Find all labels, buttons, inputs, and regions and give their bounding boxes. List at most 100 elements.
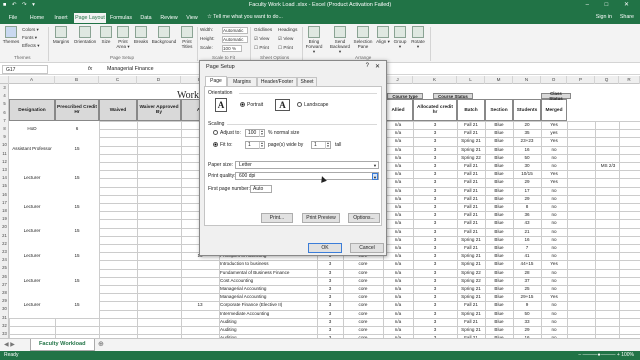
allocated-cell[interactable]: 3 (414, 269, 456, 277)
prescribed-credit-cell[interactable]: 6 (55, 121, 99, 138)
batch-cell[interactable]: Fall 21 (458, 244, 484, 252)
row-header[interactable]: 22 (0, 240, 9, 248)
allocated-cell[interactable]: 3 (414, 195, 456, 203)
row-header[interactable]: 14 (0, 174, 9, 182)
students-cell[interactable]: 29 (514, 195, 540, 203)
row-header[interactable]: 20 (0, 223, 9, 231)
course-name-cell[interactable]: Auditing (220, 326, 316, 334)
ok-button[interactable]: OK (308, 243, 342, 253)
row-header[interactable]: 25 (0, 264, 9, 272)
designation-cell[interactable]: HoD (9, 121, 55, 138)
designation-cell[interactable]: Lecturer (9, 244, 55, 269)
allocated-cell[interactable]: 3 (414, 228, 456, 236)
students-cell[interactable]: 29+15 (514, 293, 540, 301)
course-credit-cell[interactable]: 3 (318, 285, 342, 293)
allied-cell[interactable]: n/a (384, 121, 412, 129)
prescribed-credit-cell[interactable]: 15 (55, 162, 99, 195)
row-header[interactable]: 15 (0, 182, 9, 190)
allied-cell[interactable]: n/a (384, 146, 412, 154)
spinner-arrows-icon[interactable]: ▲ ▼ (259, 142, 264, 149)
students-cell[interactable]: 35 (514, 129, 540, 137)
column-header[interactable]: R (619, 76, 640, 84)
allied-cell[interactable]: n/a (384, 301, 412, 309)
section-cell[interactable]: Blue (486, 195, 512, 203)
allied-cell[interactable]: n/a (384, 203, 412, 211)
batch-cell[interactable]: Spring 21 (458, 326, 484, 334)
help-icon[interactable]: ? (366, 63, 369, 69)
chevron-down-icon[interactable]: ▼ (372, 162, 378, 169)
fit-to-radio[interactable] (213, 142, 218, 147)
section-cell[interactable]: Blue (486, 154, 512, 162)
column-header[interactable]: L (457, 76, 485, 84)
print-area-button[interactable]: Print Area ▾ (114, 26, 132, 49)
scale-input[interactable]: 100 % (222, 45, 242, 52)
sheet-tab-faculty-workload[interactable]: Faculty Workload (30, 339, 95, 351)
selection-pane-button[interactable]: Selection Pane (353, 26, 373, 49)
allocated-cell[interactable]: 3 (414, 236, 456, 244)
allied-cell[interactable]: n/a (384, 277, 412, 285)
group-button[interactable]: Group ▾ (392, 26, 408, 49)
course-name-cell[interactable]: Fundamental of Business Finance (220, 269, 316, 277)
merged-cell[interactable]: no (542, 154, 566, 162)
allocated-cell[interactable]: 3 (414, 162, 456, 170)
course-type-cell[interactable]: core (344, 310, 382, 318)
merged-cell[interactable]: no (542, 269, 566, 277)
section-cell[interactable]: Blue (486, 318, 512, 326)
row-header[interactable]: 32 (0, 322, 9, 330)
print-titles-button[interactable]: Print Titles (179, 26, 195, 49)
designation-cell[interactable]: Lecturer (9, 268, 55, 294)
prescribed-credit-cell[interactable]: 15 (55, 219, 99, 244)
designation-cell[interactable]: Assistant Professor (9, 137, 55, 162)
sheet-nav-arrows[interactable]: ◀ ▶ (4, 341, 15, 348)
section-cell[interactable]: Blue (486, 187, 512, 195)
students-cell[interactable]: 29 (514, 178, 540, 186)
course-credit-cell[interactable]: 3 (318, 277, 342, 285)
course-type-cell[interactable]: core (344, 277, 382, 285)
row-header[interactable]: 16 (0, 191, 9, 199)
extra-note-cell[interactable]: MS 2/3 (597, 162, 619, 170)
column-header[interactable]: M (485, 76, 513, 84)
students-cell[interactable]: 37 (514, 277, 540, 285)
allied-cell[interactable]: n/a (384, 260, 412, 268)
breaks-button[interactable]: Breaks (133, 26, 149, 44)
size-button[interactable]: Size (99, 26, 113, 44)
section-cell[interactable]: Blue (486, 236, 512, 244)
students-cell[interactable]: 23+23 (514, 137, 540, 145)
course-credit-cell[interactable]: 3 (318, 269, 342, 277)
row-header[interactable]: 29 (0, 297, 9, 305)
headings-print-checkbox[interactable]: ☐ Print (278, 45, 293, 51)
bring-forward-button[interactable]: Bring Forward ▾ (305, 26, 323, 54)
students-cell[interactable]: 8 (514, 203, 540, 211)
batch-cell[interactable]: Spring 21 (458, 260, 484, 268)
batch-cell[interactable]: Fall 21 (458, 219, 484, 227)
fit-tall-spinner[interactable]: 1 ▲ ▼ (311, 141, 331, 149)
allied-cell[interactable]: n/a (384, 187, 412, 195)
merged-cell[interactable]: no (542, 203, 566, 211)
students-cell[interactable]: 30 (514, 162, 540, 170)
cancel-button[interactable]: Cancel (350, 243, 384, 253)
width-select[interactable]: Automatic (222, 27, 248, 34)
section-cell[interactable]: Blue (486, 146, 512, 154)
allocated-cell[interactable]: 3 (414, 310, 456, 318)
allocated-cell[interactable]: 3 (414, 285, 456, 293)
row-header[interactable]: 4 (0, 92, 9, 100)
allied-cell[interactable]: n/a (384, 178, 412, 186)
spinner-arrows-icon[interactable]: ▲ ▼ (259, 130, 264, 137)
row-header[interactable]: 13 (0, 166, 9, 174)
batch-cell[interactable]: Spring 21 (458, 146, 484, 154)
row-header[interactable]: 24 (0, 256, 9, 264)
batch-cell[interactable]: Fall 21 (458, 203, 484, 211)
students-cell[interactable]: 50 (514, 310, 540, 318)
select-all-corner[interactable] (0, 76, 9, 84)
course-type-cell[interactable]: core (344, 318, 382, 326)
merged-cell[interactable]: Yes (542, 170, 566, 178)
merged-cell[interactable]: no (542, 162, 566, 170)
zoom-slider[interactable]: ‒ ———●——— + 100% (578, 352, 634, 358)
allied-cell[interactable]: n/a (384, 219, 412, 227)
row-header[interactable]: 12 (0, 158, 9, 166)
designation-cell[interactable]: Lecturer (9, 162, 55, 195)
row-header[interactable]: 3 (0, 84, 9, 92)
column-header[interactable]: Q (595, 76, 619, 84)
column-header[interactable]: N (513, 76, 541, 84)
rotate-button[interactable]: Rotate ▾ (410, 26, 426, 49)
